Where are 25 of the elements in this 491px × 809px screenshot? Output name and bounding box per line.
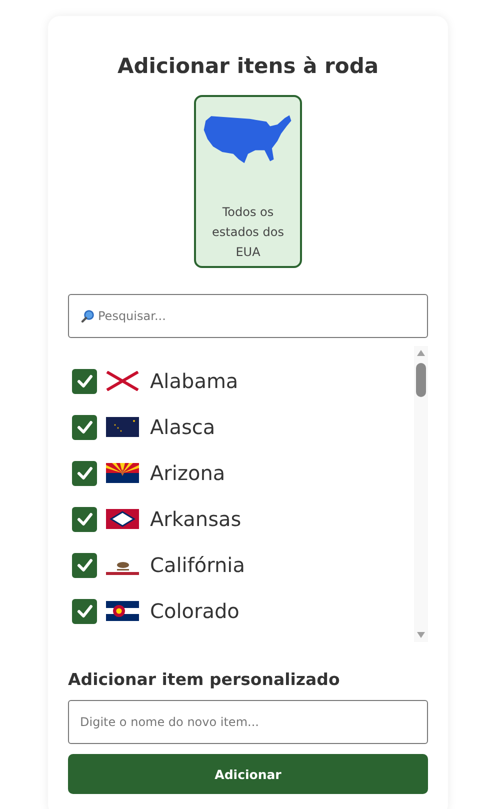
scrollbar-thumb[interactable] (416, 363, 426, 397)
flag-icon (106, 601, 139, 621)
section-heading: Adicionar item personalizado (68, 669, 341, 691)
checkbox[interactable] (72, 460, 97, 486)
checkbox[interactable] (72, 414, 97, 440)
state-name: Alasca (150, 415, 216, 439)
state-name: Arizona (150, 461, 226, 485)
state-name: Colorado (150, 599, 240, 623)
flag-icon (106, 463, 139, 483)
add-button[interactable]: Adicionar (68, 754, 428, 794)
item-name-field[interactable]: Digite o nome do novo item... (68, 700, 428, 744)
category-card[interactable]: Todos os estados dos EUA (194, 95, 302, 268)
state-name: Arkansas (150, 507, 242, 531)
flag-icon (106, 371, 139, 391)
flag-icon (106, 509, 139, 529)
checkbox[interactable] (72, 368, 97, 394)
state-name: Califórnia (150, 553, 245, 577)
checkbox[interactable] (72, 552, 97, 578)
scrollbar[interactable] (414, 346, 428, 642)
checkbox[interactable] (72, 506, 97, 532)
checkbox[interactable] (72, 598, 97, 624)
dialog-title: Adicionar itens à roda (117, 53, 379, 80)
search-field[interactable]: Pesquisar... (68, 294, 428, 338)
state-name: Alabama (150, 369, 238, 393)
flag-icon (106, 417, 139, 437)
